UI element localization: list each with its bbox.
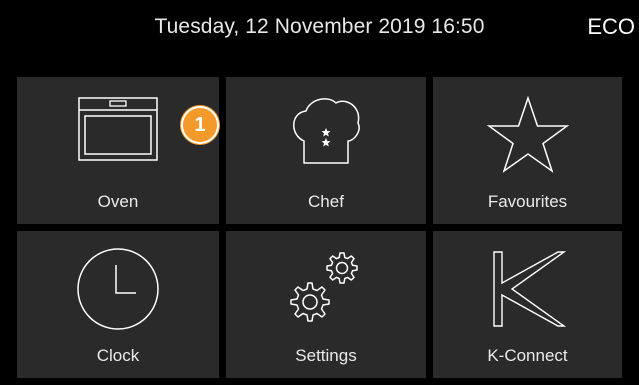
oven-icon: [78, 97, 158, 161]
gears-icon: [290, 252, 358, 322]
datetime-display: Tuesday, 12 November 2019 16:50: [154, 15, 485, 38]
star-icon: [486, 95, 569, 173]
k-connect-icon: [492, 251, 566, 327]
tile-k-connect[interactable]: K-Connect: [433, 231, 622, 378]
tile-label-chef: Chef: [308, 192, 344, 211]
notification-badge: 1: [181, 106, 219, 144]
tile-clock[interactable]: Clock: [17, 231, 219, 378]
tile-settings[interactable]: Settings: [226, 231, 426, 378]
tile-label-oven: Oven: [97, 192, 139, 211]
tile-label-k-connect: K-Connect: [487, 346, 568, 365]
tile-label-favourites: Favourites: [487, 192, 568, 211]
eco-mode-indicator[interactable]: ECO: [587, 14, 635, 40]
chef-hat-icon: [293, 98, 360, 164]
tile-favourites[interactable]: Favourites: [433, 77, 622, 224]
tile-label-settings: Settings: [295, 346, 357, 365]
tile-label-clock: Clock: [96, 346, 140, 365]
tile-oven[interactable]: 1 Oven: [17, 77, 219, 224]
tile-chef[interactable]: Chef: [226, 77, 426, 224]
clock-icon: [77, 248, 159, 330]
main-menu-grid: 1 Oven Chef Favourites Clock Settings K-…: [0, 62, 639, 385]
status-bar: Tuesday, 12 November 2019 16:50 ECO: [0, 0, 639, 62]
